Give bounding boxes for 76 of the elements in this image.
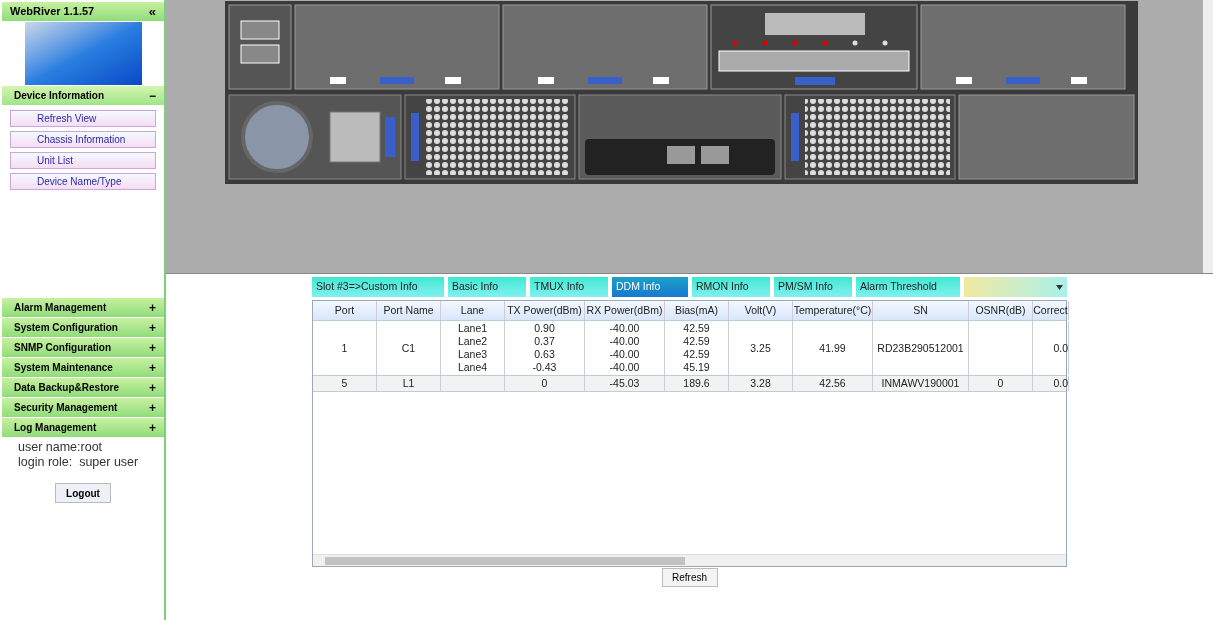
- section-title: System Maintenance: [14, 361, 113, 375]
- table-cell: -40.00 -40.00 -40.00 -40.00: [609, 322, 640, 374]
- table-cell: INMAWV190001: [881, 377, 960, 390]
- column-header: Port: [313, 301, 377, 320]
- collapse-button[interactable]: «: [148, 5, 156, 18]
- horizontal-scrollbar[interactable]: [313, 554, 1066, 566]
- menu-section-header[interactable]: Data Backup&Restore +: [2, 378, 164, 397]
- column-header: OSNR(dB): [969, 301, 1033, 320]
- tab[interactable]: Basic Info: [448, 277, 526, 297]
- refresh-button[interactable]: Refresh: [661, 568, 718, 587]
- table-cell: C1: [401, 341, 416, 355]
- user-info-text: login role: super user: [18, 455, 140, 470]
- column-header: Temperature(°C): [793, 301, 873, 320]
- column-header: Bias(mA): [665, 301, 729, 320]
- section-toggle: +: [149, 378, 156, 397]
- section-toggle: −: [149, 86, 156, 105]
- scrollbar[interactable]: [1203, 0, 1213, 273]
- logout-button[interactable]: Logout: [55, 483, 111, 503]
- section-toggle: +: [149, 338, 156, 357]
- section-title: Alarm Management: [14, 301, 107, 315]
- table-cell: 0.90 0.37 0.63 -0.43: [532, 322, 557, 374]
- column-header: Lane: [441, 301, 505, 320]
- column-header: Correct: [1033, 301, 1069, 320]
- caret-icon: [1056, 284, 1063, 290]
- table-cell: 0.0: [1053, 341, 1068, 355]
- section-title: Data Backup&Restore: [14, 381, 120, 395]
- menu-item[interactable]: Chassis Information: [10, 131, 156, 148]
- menu-section-header[interactable]: Alarm Management +: [2, 298, 164, 317]
- tab[interactable]: Slot #3=>Custom Info: [312, 277, 444, 297]
- section-toggle: +: [149, 318, 156, 337]
- section-title: Security Management: [14, 401, 118, 415]
- section-title: SNMP Configuration: [14, 341, 112, 355]
- menu-section-header[interactable]: Security Management +: [2, 398, 164, 417]
- section-title: Log Management: [14, 421, 97, 435]
- table-cell: 0: [541, 377, 548, 390]
- tab[interactable]: TMUX Info: [530, 277, 608, 297]
- menu-item[interactable]: Unit List: [10, 152, 156, 169]
- table-cell: 0: [997, 377, 1004, 390]
- tab[interactable]: PM/SM Info: [774, 277, 852, 297]
- table-cell: 5: [341, 377, 348, 390]
- table-cell: 189.6: [683, 377, 710, 390]
- menu-section-header[interactable]: System Maintenance +: [2, 358, 164, 377]
- tab[interactable]: RMON Info: [692, 277, 770, 297]
- menu-section-header[interactable]: Device Information −: [2, 86, 164, 105]
- column-header: Volt(V): [729, 301, 793, 320]
- table-cell: -45.03: [609, 377, 640, 390]
- table-cell: 0.0: [1053, 377, 1068, 390]
- column-header: Port Name: [377, 301, 441, 320]
- table-cell: 3.25: [750, 341, 771, 355]
- table-cell: 1: [341, 341, 348, 355]
- table-cell: 3.28: [750, 377, 771, 390]
- tab-dropdown[interactable]: [964, 277, 1067, 297]
- column-header: SN: [873, 301, 969, 320]
- table-cell: 42.56: [819, 377, 846, 390]
- table-cell: Lane1 Lane2 Lane3 Lane4: [457, 322, 488, 374]
- table-cell: RD23B290512001: [877, 341, 964, 355]
- column-header: RX Power(dBm): [585, 301, 665, 320]
- column-header: TX Power(dBm): [505, 301, 585, 320]
- section-toggle: +: [149, 358, 156, 377]
- section-toggle: +: [149, 418, 156, 437]
- table-cell: L1: [402, 377, 415, 390]
- section-title: Device Information: [14, 89, 105, 103]
- menu-item[interactable]: Refresh View: [10, 110, 156, 127]
- tab[interactable]: Alarm Threshold: [856, 277, 960, 297]
- table-cell: 42.59 42.59 42.59 45.19: [683, 322, 710, 374]
- menu-section-header[interactable]: SNMP Configuration +: [2, 338, 164, 357]
- menu-section-header[interactable]: System Configuration +: [2, 318, 164, 337]
- menu-item[interactable]: Device Name/Type: [10, 173, 156, 190]
- table-cell: 41.99: [819, 341, 846, 355]
- user-info-text: user name:root: [18, 440, 104, 455]
- tab[interactable]: DDM Info: [612, 277, 688, 297]
- section-toggle: +: [149, 398, 156, 417]
- section-title: System Configuration: [14, 321, 118, 335]
- app-title: WebRiver 1.1.57: [10, 4, 95, 20]
- section-toggle: +: [149, 298, 156, 317]
- menu-section-header[interactable]: Log Management +: [2, 418, 164, 437]
